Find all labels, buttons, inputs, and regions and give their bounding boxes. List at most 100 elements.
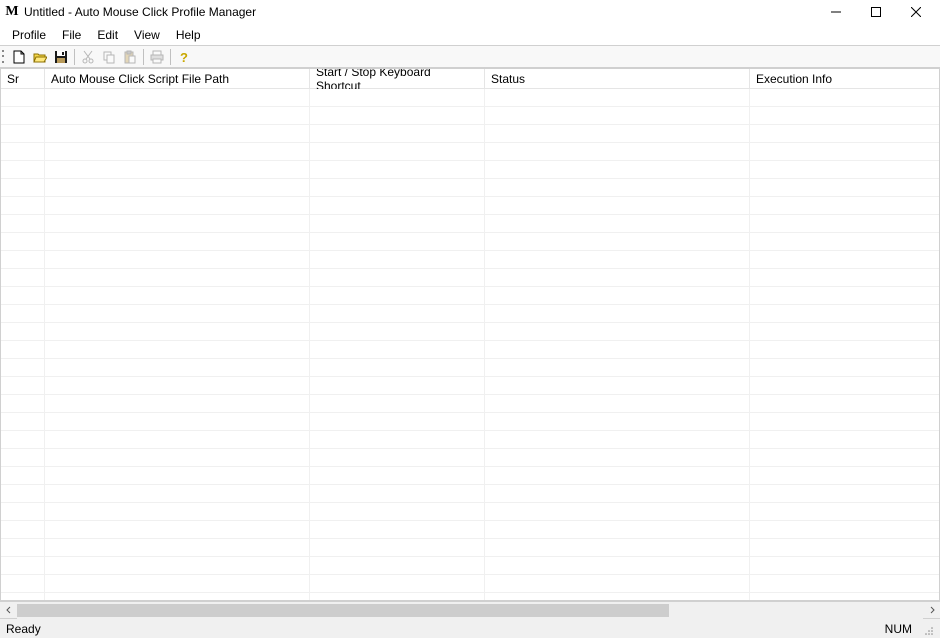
table-row[interactable] xyxy=(1,179,939,197)
table-row[interactable] xyxy=(1,323,939,341)
cut-button[interactable] xyxy=(78,48,98,66)
table-cell xyxy=(310,323,485,340)
table-header: Sr Auto Mouse Click Script File Path Sta… xyxy=(1,69,939,89)
table-row[interactable] xyxy=(1,467,939,485)
svg-text:?: ? xyxy=(180,50,188,64)
help-button[interactable]: ? xyxy=(174,48,194,66)
table-cell xyxy=(485,485,750,502)
table-cell xyxy=(485,323,750,340)
table-cell xyxy=(750,197,939,214)
menu-file[interactable]: File xyxy=(54,26,89,44)
table-cell xyxy=(1,521,45,538)
table-cell xyxy=(485,359,750,376)
table-row[interactable] xyxy=(1,197,939,215)
column-header-status[interactable]: Status xyxy=(485,69,750,88)
table-cell xyxy=(750,305,939,322)
table-cell xyxy=(45,323,310,340)
titlebar: M Untitled - Auto Mouse Click Profile Ma… xyxy=(0,0,940,24)
table-row[interactable] xyxy=(1,305,939,323)
table-row[interactable] xyxy=(1,161,939,179)
table-cell xyxy=(750,287,939,304)
column-header-path[interactable]: Auto Mouse Click Script File Path xyxy=(45,69,310,88)
table-cell xyxy=(485,305,750,322)
menu-edit[interactable]: Edit xyxy=(89,26,126,44)
table-cell xyxy=(485,413,750,430)
new-button[interactable] xyxy=(9,48,29,66)
table-row[interactable] xyxy=(1,449,939,467)
table-cell xyxy=(485,575,750,592)
table-row[interactable] xyxy=(1,413,939,431)
table-row[interactable] xyxy=(1,431,939,449)
scroll-right-arrow-icon[interactable] xyxy=(923,602,940,619)
scroll-track[interactable] xyxy=(17,602,923,619)
menu-profile[interactable]: Profile xyxy=(4,26,54,44)
table-cell xyxy=(750,233,939,250)
scroll-thumb[interactable] xyxy=(17,604,669,617)
minimize-button[interactable] xyxy=(816,0,856,24)
table-row[interactable] xyxy=(1,521,939,539)
table-cell xyxy=(1,503,45,520)
table-row[interactable] xyxy=(1,575,939,593)
table-cell xyxy=(45,215,310,232)
table-cell xyxy=(750,89,939,106)
table-cell xyxy=(310,431,485,448)
column-header-sr[interactable]: Sr xyxy=(1,69,45,88)
table-row[interactable] xyxy=(1,287,939,305)
table-row[interactable] xyxy=(1,251,939,269)
maximize-button[interactable] xyxy=(856,0,896,24)
print-button[interactable] xyxy=(147,48,167,66)
toolbar-separator xyxy=(143,49,144,65)
close-button[interactable] xyxy=(896,0,936,24)
table-cell xyxy=(485,467,750,484)
menu-view[interactable]: View xyxy=(126,26,168,44)
table-cell xyxy=(750,557,939,574)
menu-help[interactable]: Help xyxy=(168,26,209,44)
table-cell xyxy=(310,215,485,232)
table-cell xyxy=(1,251,45,268)
table-cell xyxy=(750,395,939,412)
table-row[interactable] xyxy=(1,341,939,359)
table-row[interactable] xyxy=(1,485,939,503)
table-cell xyxy=(485,215,750,232)
table-cell xyxy=(45,125,310,142)
table-cell xyxy=(1,377,45,394)
table-cell xyxy=(1,395,45,412)
paste-button[interactable] xyxy=(120,48,140,66)
table-row[interactable] xyxy=(1,359,939,377)
horizontal-scrollbar[interactable] xyxy=(0,601,940,618)
table-row[interactable] xyxy=(1,395,939,413)
table-cell xyxy=(485,377,750,394)
table-row[interactable] xyxy=(1,107,939,125)
table-cell xyxy=(485,539,750,556)
table-row[interactable] xyxy=(1,215,939,233)
column-header-shortcut[interactable]: Start / Stop Keyboard Shortcut xyxy=(310,69,485,88)
scroll-left-arrow-icon[interactable] xyxy=(0,602,17,619)
table-cell xyxy=(45,197,310,214)
cut-icon xyxy=(81,50,95,64)
resize-grip[interactable] xyxy=(920,622,934,636)
copy-button[interactable] xyxy=(99,48,119,66)
table-row[interactable] xyxy=(1,557,939,575)
table-cell xyxy=(750,161,939,178)
table-body[interactable] xyxy=(1,89,939,600)
table-cell xyxy=(310,575,485,592)
table-row[interactable] xyxy=(1,143,939,161)
table-row[interactable] xyxy=(1,593,939,600)
table-row[interactable] xyxy=(1,377,939,395)
column-header-exec[interactable]: Execution Info xyxy=(750,69,939,88)
open-button[interactable] xyxy=(30,48,50,66)
table-row[interactable] xyxy=(1,125,939,143)
table-cell xyxy=(45,593,310,600)
table-cell xyxy=(1,125,45,142)
save-button[interactable] xyxy=(51,48,71,66)
table-cell xyxy=(1,305,45,322)
table-cell xyxy=(310,467,485,484)
table-row[interactable] xyxy=(1,89,939,107)
table-row[interactable] xyxy=(1,269,939,287)
table-cell xyxy=(45,251,310,268)
table-row[interactable] xyxy=(1,539,939,557)
table-cell xyxy=(1,467,45,484)
table-row[interactable] xyxy=(1,503,939,521)
table-row[interactable] xyxy=(1,233,939,251)
table-cell xyxy=(750,269,939,286)
